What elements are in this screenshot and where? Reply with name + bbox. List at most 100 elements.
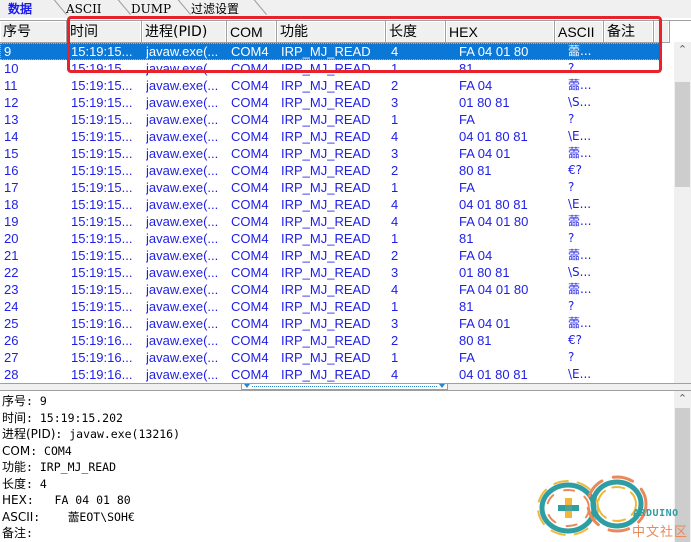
column-header-com[interactable]: COM — [227, 21, 277, 42]
column-header-function[interactable]: 功能 — [277, 21, 386, 42]
cell-ascii: \E... — [568, 129, 592, 143]
cell-func: IRP_MJ_READ — [281, 180, 371, 195]
cell-len: 1 — [391, 112, 399, 127]
tab-filter-settings[interactable]: 过滤设置 — [191, 0, 239, 18]
cell-time: 15:19:15... — [71, 265, 133, 280]
cell-len: 2 — [391, 333, 399, 348]
cell-time: 15:19:15... — [71, 112, 133, 127]
cell-time: 15:19:15... — [71, 282, 133, 297]
detail-separator: : — [33, 509, 68, 524]
cell-func: IRP_MJ_READ — [281, 367, 371, 382]
packet-list: 序号 时间 进程(PID) COM 功能 长度 HEX ASCII 备注 9 15… — [0, 20, 691, 403]
cell-ascii: ? — [568, 180, 575, 194]
cell-ascii: ? — [568, 350, 575, 364]
column-header-time[interactable]: 时间 — [67, 21, 142, 42]
cell-seq: 11 — [4, 78, 18, 93]
column-header-seq[interactable]: 序号 — [0, 21, 67, 42]
table-row[interactable]: 21 15:19:15... javaw.exe(... COM4 IRP_MJ_REA… — [0, 247, 660, 264]
column-header-hex[interactable]: HEX — [446, 21, 555, 42]
cell-proc: javaw.exe(... — [146, 180, 219, 195]
detail-separator: : — [26, 476, 40, 491]
table-row[interactable]: 24 15:19:15... javaw.exe(... COM4 IRP_MJ_REA… — [0, 298, 660, 315]
detail-separator: : — [26, 526, 33, 540]
cell-seq: 20 — [4, 231, 19, 246]
cell-ascii: ? — [568, 112, 575, 126]
cell-len: 3 — [391, 146, 399, 161]
table-row[interactable]: 22 15:19:15... javaw.exe(... COM4 IRP_MJ_REA… — [0, 264, 660, 281]
cell-proc: javaw.exe(... — [146, 299, 219, 314]
cell-proc: javaw.exe(... — [146, 316, 219, 331]
cell-com: COM4 — [231, 163, 269, 178]
cell-seq: 21 — [4, 248, 19, 263]
cell-ascii: 蘦... — [568, 214, 592, 228]
cell-len: 3 — [391, 95, 399, 110]
table-row[interactable]: 20 15:19:15... javaw.exe(... COM4 IRP_MJ_REA… — [0, 230, 660, 247]
cell-func: IRP_MJ_READ — [281, 197, 371, 212]
cell-seq: 16 — [4, 163, 19, 178]
table-row[interactable]: 12 15:19:15... javaw.exe(... COM4 IRP_MJ_REA… — [0, 94, 660, 111]
table-row-selected[interactable]: 9 15:19:15... javaw.exe(... COM4 IRP_MJ_READ… — [0, 43, 660, 60]
table-row[interactable]: 19 15:19:15... javaw.exe(... COM4 IRP_MJ_REA… — [0, 213, 660, 230]
column-header-process[interactable]: 进程(PID) — [142, 21, 227, 42]
cell-com: COM4 — [231, 316, 269, 331]
detail-line: 功能: IRP_MJ_READ — [2, 459, 116, 476]
table-row[interactable]: 23 15:19:15... javaw.exe(... COM4 IRP_MJ_REA… — [0, 281, 660, 298]
cell-len: 1 — [391, 299, 399, 314]
cell-com: COM4 — [231, 44, 269, 59]
cell-time: 15:19:15... — [71, 129, 133, 144]
column-header-filler — [654, 21, 670, 42]
table-row[interactable]: 11 15:19:15... javaw.exe(... COM4 IRP_MJ_REA… — [0, 77, 660, 94]
cell-com: COM4 — [231, 333, 269, 348]
cell-seq: 19 — [4, 214, 19, 229]
cell-com: COM4 — [231, 282, 269, 297]
detail-label: HEX — [2, 493, 27, 507]
tab-separator — [110, 0, 124, 18]
detail-label: COM — [2, 443, 31, 458]
table-row[interactable]: 13 15:19:15... javaw.exe(... COM4 IRP_MJ_REA… — [0, 111, 660, 128]
splitter-handle[interactable] — [241, 384, 448, 390]
cell-func: IRP_MJ_READ — [281, 316, 371, 331]
scroll-up-icon[interactable]: ⌃ — [674, 391, 691, 408]
cell-com: COM4 — [231, 112, 269, 127]
detail-value: javaw.exe(13216) — [69, 427, 181, 441]
list-vertical-scrollbar[interactable]: ⌃ ⌄ — [674, 42, 691, 403]
table-row[interactable]: 28 15:19:16... javaw.exe(... COM4 IRP_MJ_REA… — [0, 366, 660, 383]
detail-separator: : — [26, 394, 40, 408]
table-row[interactable]: 14 15:19:15... javaw.exe(... COM4 IRP_MJ_REA… — [0, 128, 660, 145]
cell-hex: FA 04 01 80 — [459, 282, 529, 297]
table-row[interactable]: 15 15:19:15... javaw.exe(... COM4 IRP_MJ_REA… — [0, 145, 660, 162]
column-header-length[interactable]: 长度 — [386, 21, 446, 42]
column-header-note[interactable]: 备注 — [604, 21, 654, 42]
cell-seq: 24 — [4, 299, 19, 314]
detail-line: 序号: 9 — [2, 393, 47, 410]
cell-time: 15:19:15... — [71, 231, 133, 246]
table-row[interactable]: 27 15:19:16... javaw.exe(... COM4 IRP_MJ_REA… — [0, 349, 660, 366]
cell-hex: 01 80 81 — [459, 95, 510, 110]
pane-splitter[interactable] — [0, 383, 691, 391]
cell-func: IRP_MJ_READ — [281, 61, 371, 76]
column-header-ascii[interactable]: ASCII — [555, 21, 604, 42]
table-row[interactable]: 18 15:19:15... javaw.exe(... COM4 IRP_MJ_REA… — [0, 196, 660, 213]
cell-seq: 17 — [4, 180, 19, 195]
scrollbar-thumb[interactable] — [675, 82, 690, 187]
cell-time: 15:19:15... — [71, 44, 133, 59]
tab-ascii[interactable]: ASCII — [66, 0, 102, 18]
detail-separator: : — [30, 443, 45, 458]
table-row[interactable]: 10 15:19:15... javaw.exe(... COM4 IRP_MJ_REA… — [0, 60, 660, 77]
grip-dots — [252, 386, 437, 387]
table-row[interactable]: 16 15:19:15... javaw.exe(... COM4 IRP_MJ_REA… — [0, 162, 660, 179]
cell-com: COM4 — [231, 265, 269, 280]
cell-time: 15:19:16... — [71, 367, 133, 382]
tab-data[interactable]: 数据 — [8, 0, 32, 18]
cell-func: IRP_MJ_READ — [281, 214, 371, 229]
table-row[interactable]: 26 15:19:16... javaw.exe(... COM4 IRP_MJ_REA… — [0, 332, 660, 349]
table-row[interactable]: 17 15:19:15... javaw.exe(... COM4 IRP_MJ_REA… — [0, 179, 660, 196]
cell-hex: 81 — [459, 61, 474, 76]
cell-ascii: 蘦... — [568, 316, 592, 330]
tab-dump[interactable]: DUMP — [131, 0, 171, 18]
cell-ascii: 蘦... — [568, 44, 592, 58]
cell-proc: javaw.exe(... — [146, 61, 219, 76]
scroll-up-icon[interactable]: ⌃ — [674, 42, 691, 59]
table-row[interactable]: 25 15:19:16... javaw.exe(... COM4 IRP_MJ_REA… — [0, 315, 660, 332]
cell-func: IRP_MJ_READ — [281, 163, 371, 178]
